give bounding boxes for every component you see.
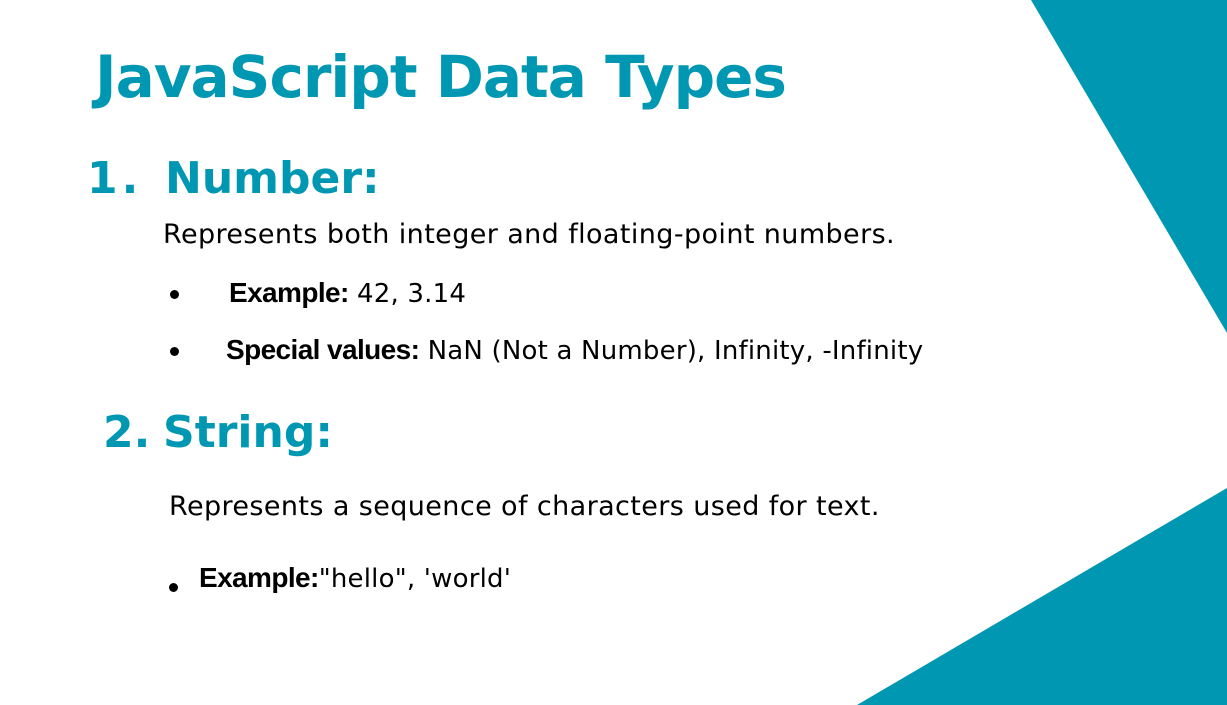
bottom-right-triangle <box>857 488 1227 705</box>
section-description: Represents both integer and floating-poi… <box>163 219 896 250</box>
bullet-value: "hello", 'world' <box>318 564 512 594</box>
bullet-dot <box>170 347 179 356</box>
section-heading-string: 2. String: <box>103 406 333 460</box>
bullet-dot <box>170 290 179 299</box>
slide-title: JavaScript Data Types <box>95 43 787 111</box>
section-number: 2. <box>103 407 151 458</box>
section-title: String: <box>163 407 333 458</box>
section-description: Represents a sequence of characters used… <box>169 491 880 522</box>
section-heading-number: 1. Number: <box>87 152 380 206</box>
bullet-label: Example: <box>229 277 349 308</box>
bullet-value: 42, 3.14 <box>356 279 467 309</box>
section-number: 1. <box>87 153 143 204</box>
bullet-label: Special values: <box>226 334 420 365</box>
bullet-dot <box>169 583 178 592</box>
bullet-label: Example: <box>199 562 319 593</box>
bullet-value: NaN (Not a Number), Infinity, -Infinity <box>427 336 924 366</box>
section-title: Number: <box>165 153 380 204</box>
top-right-triangle <box>1031 0 1227 333</box>
